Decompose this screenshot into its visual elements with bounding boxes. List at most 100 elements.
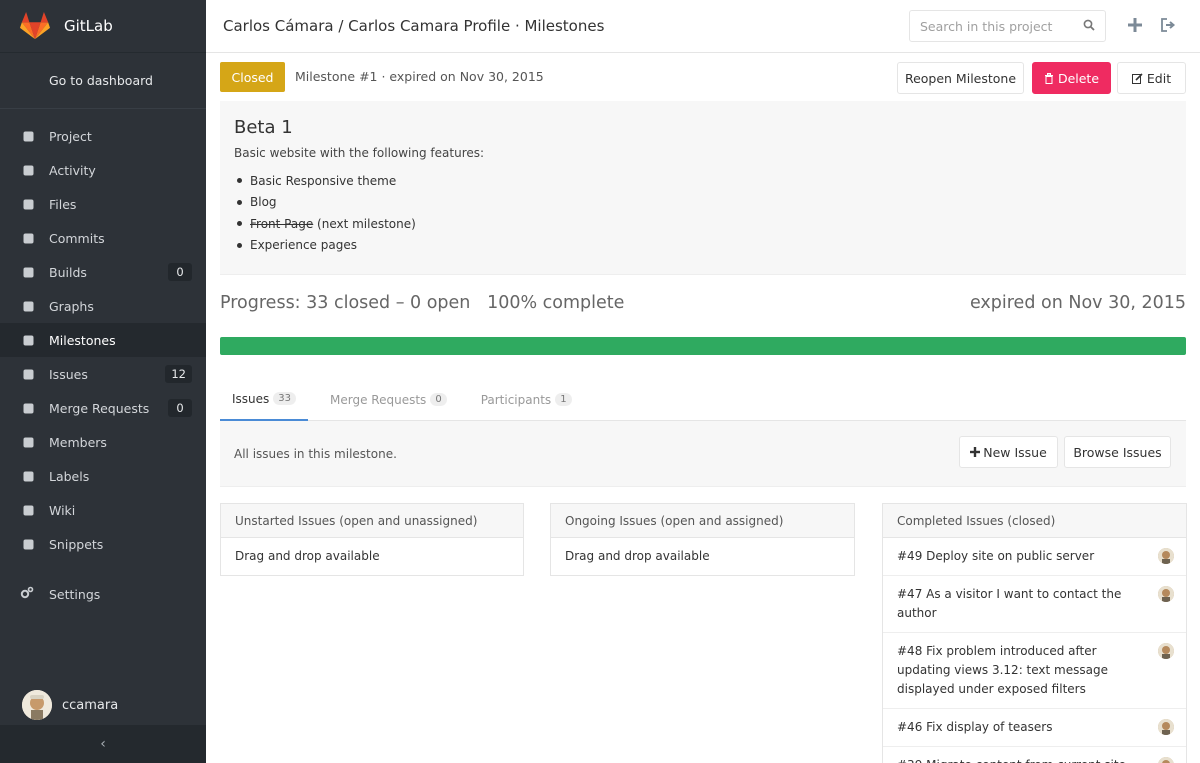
assignee-avatar[interactable] <box>1158 757 1174 763</box>
new-project-button[interactable] <box>1127 17 1143 33</box>
sidebar-item-label: Members <box>49 434 107 450</box>
chevron-left-icon: ‹ <box>100 736 106 752</box>
list-item: Basic Responsive theme <box>234 170 1172 192</box>
reopen-milestone-button[interactable]: Reopen Milestone <box>897 62 1024 94</box>
sidebar-item-label: Files <box>49 196 77 212</box>
home-icon <box>20 128 36 144</box>
tab-participants[interactable]: Participants 1 <box>469 378 584 421</box>
progress-summary: Progress: 33 closed – 0 open 100% comple… <box>220 293 625 313</box>
edit-icon <box>1131 72 1143 84</box>
sidebar-item-files[interactable]: Files <box>0 187 206 221</box>
list-item: Front Page (next milestone) <box>234 213 1172 235</box>
area-chart-icon <box>20 298 36 314</box>
sidebar-nav: Project Activity Files Commits Builds 0 Graphs… <box>0 119 206 561</box>
feature-text: Basic Responsive theme <box>250 173 397 188</box>
gitlab-logo-icon <box>20 11 50 40</box>
search-input[interactable]: Search in this project <box>909 10 1106 42</box>
issue-title-link[interactable]: #48 Fix problem introduced after updatin… <box>897 642 1172 699</box>
sidebar-item-members[interactable]: Members <box>0 425 206 459</box>
panel-title: Ongoing Issues (open and assigned) <box>551 504 854 538</box>
go-to-dashboard-link[interactable]: Go to dashboard <box>0 53 206 109</box>
sign-out-button[interactable] <box>1160 17 1176 33</box>
username: ccamara <box>62 697 119 713</box>
issue-card[interactable]: #39 Migrate content from current site <box>883 747 1186 763</box>
users-icon <box>20 434 36 450</box>
milestone-description-text: Basic website with the following feature… <box>234 146 485 160</box>
feature-text: Experience pages <box>250 238 357 253</box>
avatar <box>22 690 52 720</box>
tab-count-badge: 1 <box>555 393 572 406</box>
count-badge: 0 <box>168 263 192 281</box>
issue-title-link[interactable]: #49 Deploy site on public server <box>897 547 1124 566</box>
sidebar-item-issues[interactable]: Issues 12 <box>0 357 206 391</box>
breadcrumb: Carlos Cámara / Carlos Camara Profile · … <box>223 17 605 35</box>
panel-row: Drag and drop available <box>235 549 380 563</box>
list-item: Blog <box>234 192 1172 214</box>
user-profile-link[interactable]: ccamara <box>0 685 206 725</box>
sidebar-item-label: Activity <box>49 162 96 178</box>
clipboard-icon <box>20 536 36 552</box>
new-issue-button[interactable]: New Issue <box>959 436 1058 468</box>
collapse-sidebar-button[interactable]: ‹ <box>0 725 206 763</box>
search-placeholder: Search in this project <box>920 18 1053 34</box>
issue-card[interactable]: #48 Fix problem introduced after updatin… <box>883 633 1186 709</box>
tab-merge-requests[interactable]: Merge Requests 0 <box>318 378 459 421</box>
issue-card[interactable]: #46 Fix display of teasers <box>883 709 1186 747</box>
cogs-icon <box>20 586 36 602</box>
tab-count-badge: 33 <box>273 392 297 405</box>
assignee-avatar[interactable] <box>1158 548 1174 564</box>
unstarted-issues-panel: Unstarted Issues (open and unassigned) D… <box>220 503 524 576</box>
status-badge: Closed <box>220 62 285 92</box>
issues-toolbar: All issues in this milestone. New Issue … <box>220 421 1186 487</box>
assignee-avatar[interactable] <box>1158 719 1174 735</box>
sidebar-item-settings[interactable]: Settings <box>0 577 206 611</box>
browse-issues-button[interactable]: Browse Issues <box>1064 436 1171 468</box>
dashboard-icon <box>20 162 36 178</box>
assignee-avatar[interactable] <box>1158 586 1174 602</box>
brand[interactable]: GitLab <box>0 0 206 53</box>
delete-label: Delete <box>1057 70 1100 86</box>
issue-card[interactable]: #49 Deploy site on public server <box>883 538 1186 576</box>
bullet-icon <box>237 199 242 205</box>
brand-title: GitLab <box>64 17 113 35</box>
sidebar-item-milestones[interactable]: Milestones <box>0 323 206 357</box>
edit-label: Edit <box>1146 70 1172 86</box>
milestone-status-bar: Closed Milestone #1 · expired on Nov 30,… <box>220 62 1186 94</box>
panel-row: Drag and drop available <box>565 549 710 563</box>
sidebar-item-merge-requests[interactable]: Merge Requests 0 <box>0 391 206 425</box>
sidebar-item-project[interactable]: Project <box>0 119 206 153</box>
sidebar-item-wiki[interactable]: Wiki <box>0 493 206 527</box>
tab-label: Merge Requests <box>330 392 427 407</box>
feature-list: Basic Responsive theme Blog Front Page (ne… <box>234 170 1172 256</box>
tab-issues[interactable]: Issues 33 <box>220 378 309 421</box>
feature-text: Blog <box>250 195 277 210</box>
issue-title-link[interactable]: #47 As a visitor I want to contact the a… <box>897 585 1172 623</box>
bullet-icon <box>237 221 242 227</box>
book-icon <box>20 502 36 518</box>
sidebar-item-commits[interactable]: Commits <box>0 221 206 255</box>
sidebar-item-label: Snippets <box>49 536 104 552</box>
sidebar-item-graphs[interactable]: Graphs <box>0 289 206 323</box>
plus-icon <box>1128 18 1142 32</box>
sidebar-item-builds[interactable]: Builds 0 <box>0 255 206 289</box>
sidebar-item-snippets[interactable]: Snippets <box>0 527 206 561</box>
delete-button[interactable]: Delete <box>1032 62 1111 94</box>
sidebar-item-label: Issues <box>49 366 88 382</box>
edit-button[interactable]: Edit <box>1117 62 1186 94</box>
milestone-title: Beta 1 <box>234 117 293 138</box>
expired-date: expired on Nov 30, 2015 <box>969 293 1186 313</box>
issue-title-link[interactable]: #39 Migrate content from current site <box>897 756 1156 763</box>
sidebar-item-labels[interactable]: Labels <box>0 459 206 493</box>
issue-card[interactable]: #47 As a visitor I want to contact the a… <box>883 576 1186 633</box>
sidebar-item-label: Graphs <box>49 298 94 314</box>
strikethrough-text: Front Page <box>250 216 314 231</box>
issue-title-link[interactable]: #46 Fix display of teasers <box>897 718 1082 737</box>
ongoing-issues-panel: Ongoing Issues (open and assigned) Drag … <box>550 503 855 576</box>
sidebar-item-label: Settings <box>49 586 101 602</box>
sign-out-icon <box>1160 18 1175 32</box>
assignee-avatar[interactable] <box>1158 643 1174 659</box>
history-icon <box>20 230 36 246</box>
sidebar-item-activity[interactable]: Activity <box>0 153 206 187</box>
panel-title: Completed Issues (closed) <box>883 504 1186 538</box>
clock-icon <box>20 332 36 348</box>
